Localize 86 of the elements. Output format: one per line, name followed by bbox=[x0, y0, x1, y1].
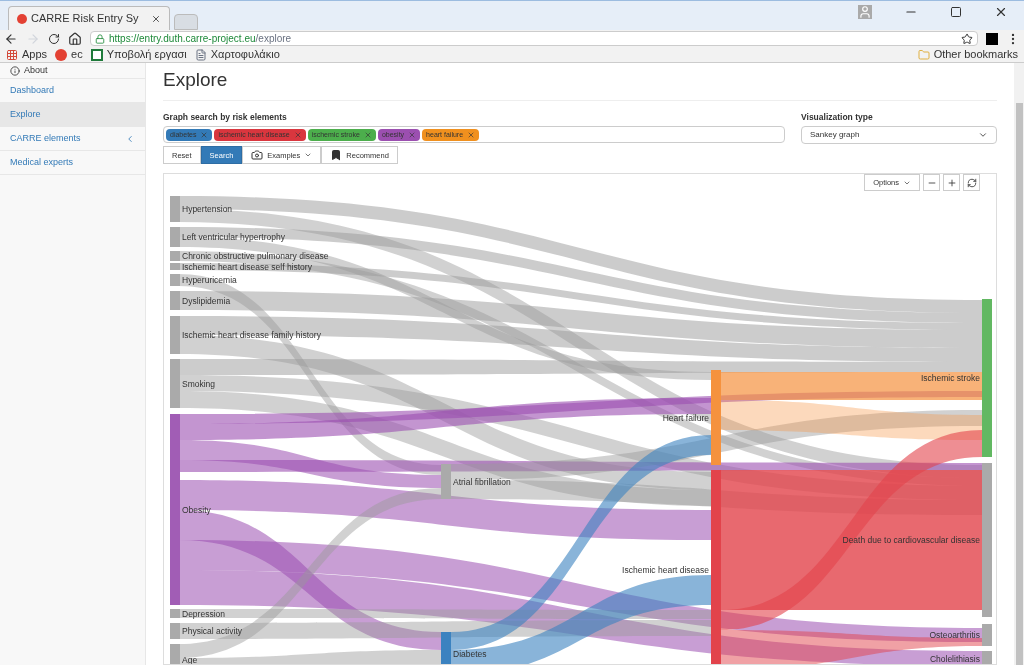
zoom-out-button[interactable] bbox=[923, 174, 940, 192]
node-label: Hyperuricemia bbox=[182, 275, 237, 286]
url-text: https://entry.duth.carre-project.eu/explore bbox=[109, 32, 292, 46]
forward-icon[interactable] bbox=[26, 31, 40, 46]
back-icon[interactable] bbox=[4, 31, 18, 46]
remove-icon[interactable] bbox=[293, 130, 302, 139]
apps-icon bbox=[6, 48, 18, 61]
close-tab-icon[interactable] bbox=[150, 13, 161, 24]
star-icon[interactable] bbox=[961, 32, 973, 45]
sankey-node[interactable] bbox=[711, 370, 721, 466]
bookmark-item[interactable]: Apps bbox=[6, 46, 48, 63]
sankey-node[interactable] bbox=[441, 464, 451, 500]
address-bar[interactable]: https://entry.duth.carre-project.eu/explore bbox=[90, 31, 978, 46]
refresh-icon bbox=[966, 177, 977, 188]
node-label: Ischemic heart disease family history bbox=[182, 330, 321, 341]
tab-title: CARRE Risk Entry Sy bbox=[31, 11, 139, 27]
browser-tab[interactable]: CARRE Risk Entry Sy bbox=[8, 6, 170, 30]
node-label: Ischemic heart disease bbox=[622, 565, 709, 576]
chevron-icon bbox=[125, 133, 135, 144]
other-bookmarks[interactable]: Other bookmarks bbox=[917, 46, 1018, 63]
profile-icon[interactable] bbox=[858, 5, 872, 19]
node-label: Smoking bbox=[182, 378, 216, 389]
sankey-node[interactable] bbox=[170, 274, 180, 287]
page-icon bbox=[194, 48, 207, 61]
camera-icon bbox=[251, 149, 264, 162]
info-icon bbox=[10, 65, 20, 76]
sankey-node[interactable] bbox=[982, 299, 992, 458]
visualization-label: Visualization type bbox=[801, 110, 874, 124]
bookmark-item[interactable]: Χαρτοφυλάκιο bbox=[194, 46, 280, 63]
sidebar-item[interactable]: Medical experts bbox=[0, 151, 145, 175]
sankey-node[interactable] bbox=[170, 291, 180, 311]
sidebar-item[interactable]: CARRE elements bbox=[0, 127, 145, 151]
sankey-node[interactable] bbox=[982, 463, 992, 618]
lock-icon bbox=[95, 33, 105, 44]
node-label: Age bbox=[182, 654, 198, 664]
bookmark-item[interactable]: ec bbox=[55, 46, 83, 63]
sankey-node[interactable] bbox=[170, 251, 180, 262]
bookmark-icon bbox=[330, 149, 343, 162]
node-label: Physical activity bbox=[182, 626, 242, 637]
sankey-node[interactable] bbox=[170, 623, 180, 640]
visualization-select[interactable]: Sankey graph bbox=[801, 126, 997, 145]
sankey-node[interactable] bbox=[170, 609, 180, 619]
remove-icon[interactable] bbox=[363, 130, 372, 139]
node-label: Dyslipidemia bbox=[182, 295, 231, 306]
scrollbar[interactable] bbox=[1014, 63, 1024, 665]
node-label: Depression bbox=[182, 608, 225, 619]
close-window-icon[interactable] bbox=[994, 5, 1008, 19]
reload-icon[interactable] bbox=[48, 32, 60, 45]
plus-icon bbox=[946, 177, 957, 188]
remove-icon[interactable] bbox=[200, 130, 209, 139]
sheet-icon bbox=[90, 48, 103, 61]
search-label: Graph search by risk elements bbox=[163, 110, 288, 124]
node-label: Hypertension bbox=[182, 204, 233, 215]
node-label: Chronic obstructive pulmonary disease bbox=[182, 251, 329, 262]
page-title: Explore bbox=[163, 63, 997, 101]
folder-icon bbox=[917, 48, 930, 61]
new-tab-button[interactable] bbox=[173, 14, 198, 30]
node-label: Heart failure bbox=[662, 412, 709, 423]
remove-icon[interactable] bbox=[467, 130, 476, 139]
sidebar-item[interactable]: About bbox=[0, 63, 145, 79]
refresh-button[interactable] bbox=[963, 174, 980, 192]
node-label: Left ventricular hypertrophy bbox=[182, 232, 285, 243]
zoom-in-button[interactable] bbox=[943, 174, 960, 192]
sankey-node[interactable] bbox=[170, 359, 180, 409]
sankey-node[interactable] bbox=[170, 316, 180, 355]
sidebar-item[interactable]: Explore bbox=[0, 103, 145, 127]
node-label: Diabetes bbox=[453, 648, 487, 659]
node-label: Death due to cardiovascular disease bbox=[842, 535, 980, 546]
favicon-icon bbox=[17, 13, 27, 24]
home-icon[interactable] bbox=[68, 31, 82, 46]
sankey-node[interactable] bbox=[170, 263, 180, 271]
node-label: Atrial fibrillation bbox=[453, 476, 511, 487]
sankey-node[interactable] bbox=[170, 414, 180, 606]
node-label: Cholelithiasis bbox=[929, 653, 980, 664]
logo-icon bbox=[55, 48, 68, 61]
maximize-icon[interactable] bbox=[950, 6, 962, 18]
sankey-node[interactable] bbox=[170, 227, 180, 248]
sankey-node[interactable] bbox=[170, 196, 180, 223]
sankey-node[interactable] bbox=[982, 624, 992, 647]
node-label: Osteoarthritis bbox=[929, 630, 980, 641]
node-label: Ischemic stroke bbox=[920, 373, 980, 384]
node-label: Ischemic heart disease self history bbox=[182, 261, 312, 272]
node-label: Obesity bbox=[182, 504, 211, 515]
bookmark-item[interactable]: Υποβολή εργασι bbox=[90, 46, 187, 63]
extension-icon[interactable] bbox=[986, 32, 998, 45]
remove-icon[interactable] bbox=[408, 130, 417, 139]
